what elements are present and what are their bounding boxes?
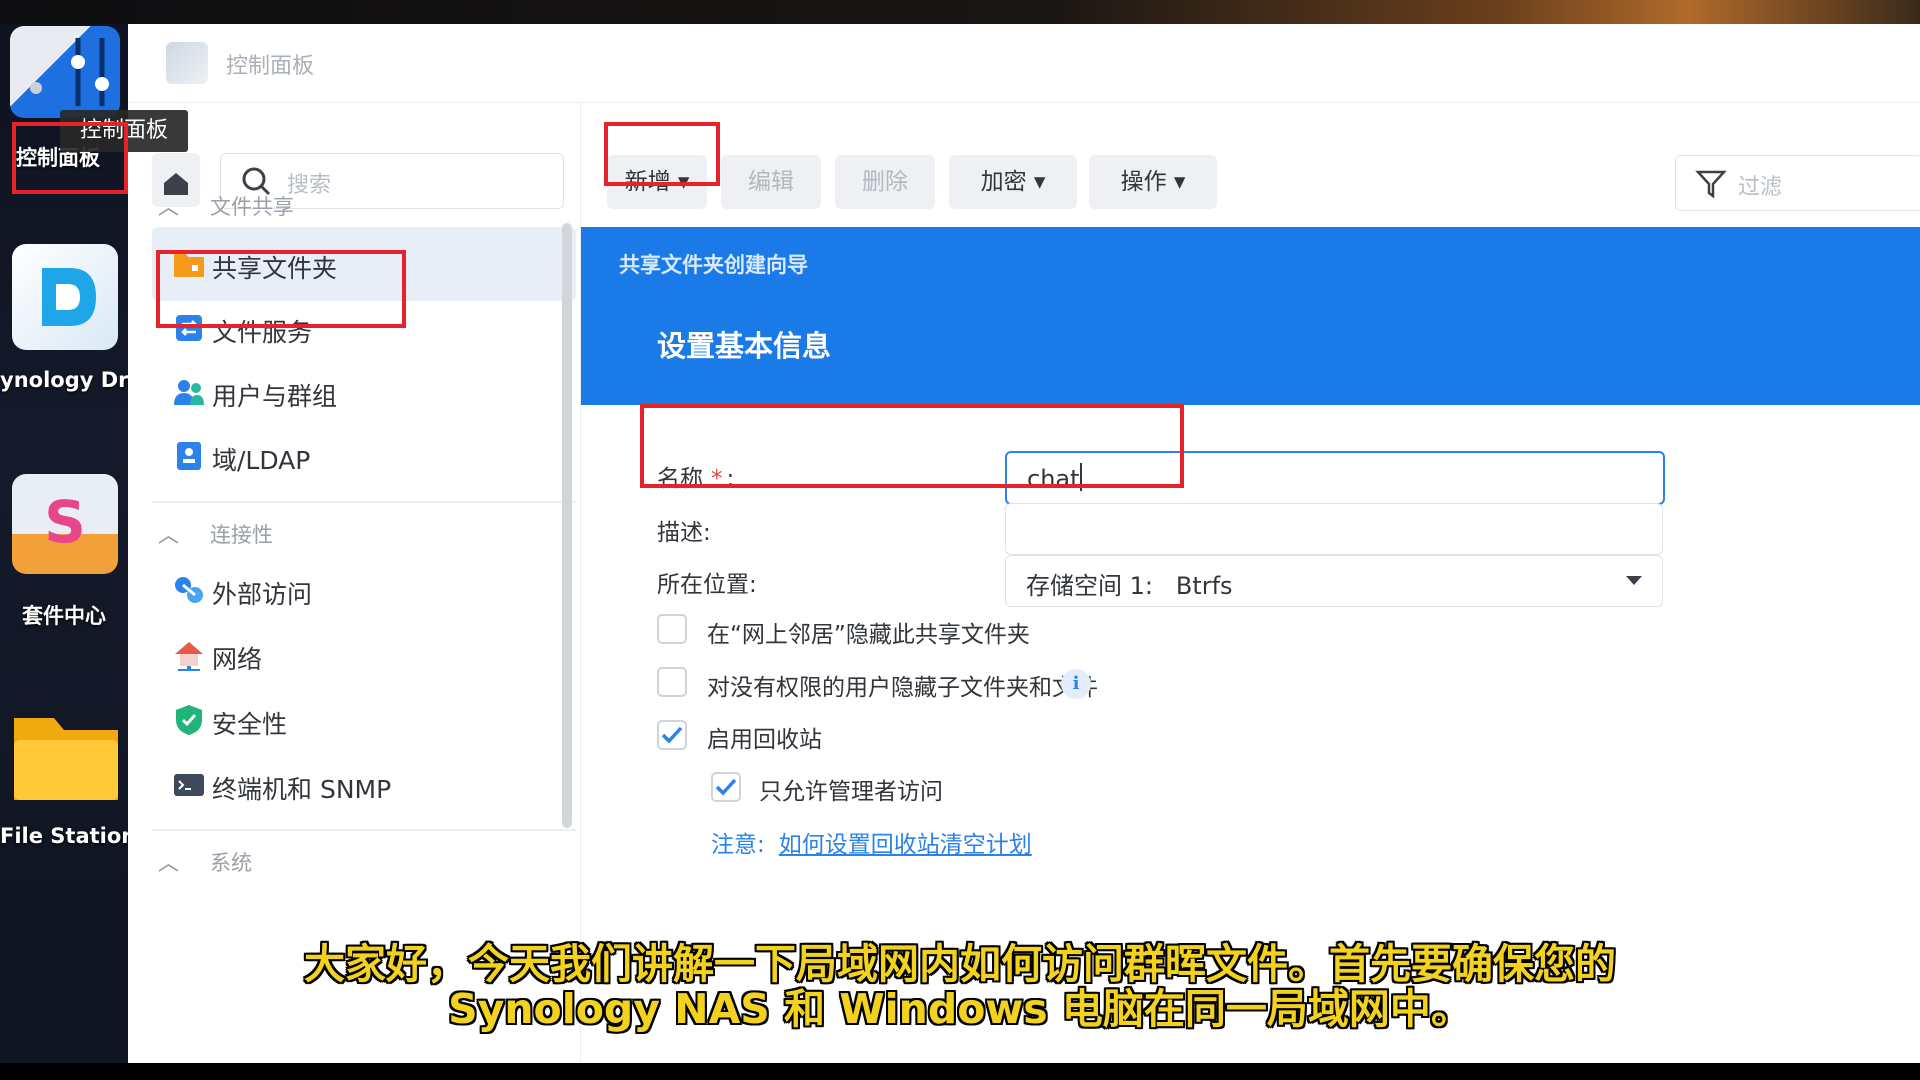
enable-recycle-bin-checkbox[interactable]	[657, 720, 687, 750]
action-button[interactable]: 操作 ▾	[1089, 155, 1217, 209]
admin-only-label: 只允许管理者访问	[759, 779, 943, 805]
sidebar-item-security[interactable]: 安全性	[152, 683, 576, 757]
checkmark-icon	[715, 778, 737, 796]
hide-network-neighborhood-label: 在“网上邻居”隐藏此共享文件夹	[707, 622, 1030, 648]
delete-button[interactable]: 删除	[835, 155, 935, 209]
window-titlebar: 控制面板	[128, 24, 1920, 103]
admin-only-checkbox[interactable]	[711, 772, 741, 802]
enable-recycle-bin-label: 启用回收站	[707, 727, 822, 753]
desktop-label-package-center[interactable]: 套件中心	[0, 600, 128, 630]
filter-input[interactable]: 过滤	[1675, 155, 1920, 211]
wizard-title: 共享文件夹创建向导	[619, 253, 808, 277]
edit-button[interactable]: 编辑	[721, 155, 821, 209]
main-content: 新增 ▾ 编辑 删除 加密 ▾ 操作 ▾ 过滤 共享文件夹创建向导 设置基本信息…	[580, 103, 1920, 1063]
network-icon	[175, 642, 203, 671]
sidebar-item-label: 用户与群组	[212, 382, 338, 411]
drive-logo-icon	[42, 268, 96, 326]
section-system[interactable]: ︿ 系统	[158, 847, 252, 877]
chevron-up-icon: ︿	[158, 195, 179, 219]
sidebar-item-label: 安全性	[212, 710, 288, 739]
sidebar-item-label: 网络	[212, 645, 263, 674]
location-label: 所在位置:	[657, 572, 757, 598]
synology-drive-icon[interactable]	[12, 244, 118, 350]
users-groups-icon	[174, 380, 204, 405]
highlight-name-field	[640, 404, 1184, 488]
info-icon[interactable]: i	[1061, 669, 1091, 699]
encrypt-button[interactable]: 加密 ▾	[949, 155, 1077, 209]
sidebar-item-terminal-snmp[interactable]: 终端机和 SNMP	[152, 748, 576, 822]
sidebar-item-network[interactable]: 网络	[152, 618, 576, 692]
description-label: 描述:	[657, 520, 711, 546]
window-title: 控制面板	[226, 54, 315, 79]
sidebar-item-label: 终端机和 SNMP	[212, 775, 392, 804]
highlight-create-button	[604, 122, 720, 186]
description-field[interactable]	[1005, 503, 1663, 555]
hide-network-neighborhood-checkbox[interactable]	[657, 614, 687, 644]
filter-placeholder: 过滤	[1738, 175, 1783, 200]
shield-icon	[176, 705, 202, 735]
hide-subfolders-checkbox[interactable]	[657, 667, 687, 697]
sliders-icon	[30, 38, 109, 106]
sidebar-item-domain-ldap[interactable]: 域/LDAP	[152, 419, 576, 493]
desktop-label-file-station[interactable]: File Station	[0, 824, 136, 848]
package-center-icon[interactable]: S	[12, 474, 118, 574]
svg-text:S: S	[44, 488, 86, 556]
file-station-icon[interactable]	[10, 696, 122, 806]
sidebar-item-users-groups[interactable]: 用户与群组	[152, 355, 576, 429]
sidebar-item-external-access[interactable]: 外部访问	[152, 553, 576, 627]
chevron-up-icon: ︿	[158, 851, 179, 875]
highlight-shared-folder	[156, 250, 406, 328]
folder-icon	[14, 718, 118, 800]
recycle-bin-note: 注意: 如何设置回收站清空计划	[711, 825, 1032, 859]
note-label: 注意:	[711, 832, 765, 858]
sidebar-scrollbar[interactable]	[562, 223, 572, 828]
control-panel-window: 控制面板 搜索 ︿ 文件共享 共享文件夹 文件服务 用户与群组 域/LDAP ︿…	[128, 24, 1920, 1063]
chevron-up-icon: ︿	[158, 523, 179, 547]
subtitle-line-2: Synology NAS 和 Windows 电脑在同一局域网中。	[448, 985, 1472, 1033]
checkmark-icon	[661, 726, 683, 744]
desktop-label-synology-drive[interactable]: ynology Dri	[0, 368, 136, 392]
bottom-edge-bar	[0, 1063, 1920, 1080]
sidebar-item-label: 外部访问	[212, 580, 313, 609]
location-value: 存储空间 1: Btrfs	[1026, 572, 1233, 600]
external-access-icon	[175, 577, 203, 603]
hide-subfolders-label: 对没有权限的用户隐藏子文件夹和文件	[707, 675, 1098, 701]
sidebar-item-label: 域/LDAP	[212, 446, 311, 475]
chevron-down-icon	[1626, 576, 1642, 585]
package-s-icon: S	[44, 488, 86, 556]
sidebar: 搜索 ︿ 文件共享 共享文件夹 文件服务 用户与群组 域/LDAP ︿ 连接性 …	[128, 103, 580, 1063]
terminal-icon	[174, 774, 204, 796]
sidebar-divider	[152, 829, 576, 831]
filter-icon	[1695, 170, 1727, 199]
control-panel-title-icon	[166, 42, 208, 84]
section-connectivity[interactable]: ︿ 连接性	[158, 519, 273, 549]
control-panel-desktop-icon[interactable]	[10, 26, 120, 118]
domain-ldap-icon	[177, 442, 201, 470]
highlight-control-panel	[12, 122, 128, 194]
section-file-sharing[interactable]: ︿ 文件共享	[158, 191, 294, 221]
sidebar-divider	[152, 501, 576, 503]
top-edge-bar	[0, 0, 1920, 24]
wizard-step-title: 设置基本信息	[657, 329, 832, 363]
recycle-bin-schedule-link[interactable]: 如何设置回收站清空计划	[779, 832, 1032, 858]
location-select[interactable]: 存储空间 1: Btrfs	[1005, 555, 1663, 607]
wizard-header: 共享文件夹创建向导 设置基本信息	[581, 227, 1920, 405]
